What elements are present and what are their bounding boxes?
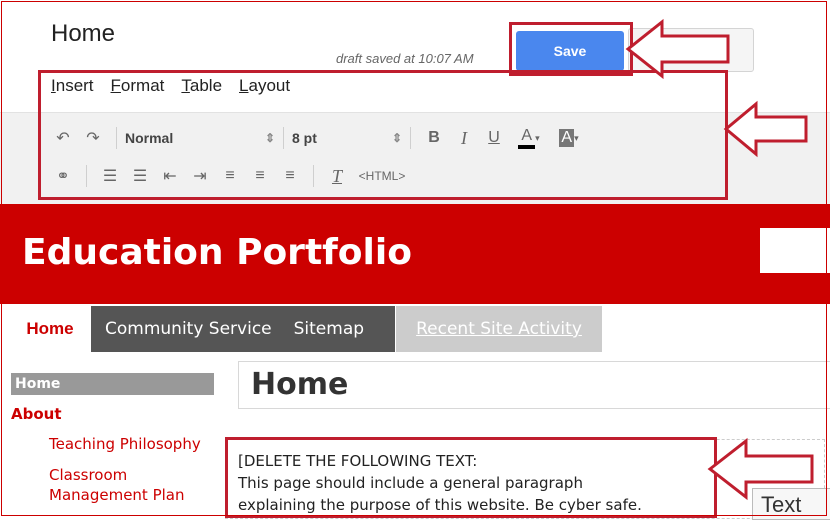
content-page-title: Home xyxy=(238,361,830,409)
align-right-icon[interactable]: ≡ xyxy=(275,163,305,189)
content-text[interactable]: [DELETE THE FOLLOWING TEXT: This page sh… xyxy=(238,450,714,516)
draft-status: draft saved at 10:07 AM xyxy=(336,51,474,66)
toolbar-row-1: ↶ ↷ Normal ⇕ 8 pt ⇕ B I U A ▾ A ▾ xyxy=(48,124,589,152)
menu-table[interactable]: Table xyxy=(181,72,222,102)
numbered-list-icon[interactable]: ☰ xyxy=(95,163,125,189)
nav-community-service[interactable]: Community Service xyxy=(105,319,272,339)
menu-format-rest: ormat xyxy=(120,76,165,95)
toolbar-separator xyxy=(410,127,411,149)
toolbar-separator xyxy=(86,165,87,187)
font-color-chevron-icon: ▾ xyxy=(535,132,540,143)
html-button[interactable]: <HTML> xyxy=(352,163,412,189)
nav-sitemap[interactable]: Sitemap xyxy=(294,319,364,339)
editor-page-title: Home xyxy=(51,20,116,47)
indent-more-icon[interactable]: ⇥ xyxy=(185,163,215,189)
size-chevron-icon: ⇕ xyxy=(391,131,402,145)
nav-home[interactable]: Home xyxy=(11,306,89,352)
content-line: This page should include a general parag… xyxy=(238,474,583,492)
indent-less-icon[interactable]: ⇤ xyxy=(155,163,185,189)
menubar: Insert Format Table Layout xyxy=(38,72,290,102)
style-chevron-icon: ⇕ xyxy=(264,131,275,145)
font-color-letter: A xyxy=(518,127,536,149)
underline-button[interactable]: U xyxy=(479,125,509,151)
bold-button[interactable]: B xyxy=(419,125,449,151)
size-value: 8 pt xyxy=(292,130,317,146)
sidebar-item-classroom-management[interactable]: Classroom Management Plan xyxy=(49,465,209,505)
align-left-icon[interactable]: ≡ xyxy=(215,163,245,189)
search-box[interactable] xyxy=(760,228,830,273)
clear-formatting-icon[interactable]: T xyxy=(322,163,352,189)
style-value: Normal xyxy=(125,130,174,146)
menu-insert-rest: nsert xyxy=(55,76,94,95)
menu-layout-rest: ayout xyxy=(248,76,291,95)
site-title: Education Portfolio xyxy=(22,232,412,273)
text-widget[interactable]: Text xyxy=(752,488,830,520)
sidebar-item-teaching-philosophy[interactable]: Teaching Philosophy xyxy=(49,434,201,454)
content-line: [DELETE THE FOLLOWING TEXT: xyxy=(238,452,478,470)
nav-recent-site-activity[interactable]: Recent Site Activity xyxy=(396,306,602,352)
sidebar-item-about[interactable]: About xyxy=(11,405,62,423)
italic-button[interactable]: I xyxy=(449,125,479,151)
style-select[interactable]: Normal ⇕ xyxy=(125,130,275,146)
highlight-letter: A xyxy=(559,129,575,147)
menu-layout[interactable]: Layout xyxy=(239,72,290,102)
save-button[interactable]: Save xyxy=(516,31,624,71)
highlight-chevron-icon: ▾ xyxy=(574,132,579,143)
content-line: explaining the purpose of this website. … xyxy=(238,496,642,514)
menu-insert[interactable]: Insert xyxy=(51,72,94,102)
toolbar-separator xyxy=(283,127,284,149)
link-icon[interactable]: ⚭ xyxy=(48,163,78,189)
toolbar-row-2: ⚭ ☰ ☰ ⇤ ⇥ ≡ ≡ ≡ T <HTML> xyxy=(48,162,412,190)
align-center-icon[interactable]: ≡ xyxy=(245,163,275,189)
redo-icon[interactable]: ↷ xyxy=(78,125,108,151)
size-select[interactable]: 8 pt ⇕ xyxy=(292,130,402,146)
menu-table-rest: able xyxy=(189,76,223,95)
menu-format[interactable]: Format xyxy=(111,72,165,102)
cancel-button[interactable]: Cancel xyxy=(628,28,754,72)
bulleted-list-icon[interactable]: ☰ xyxy=(125,163,155,189)
highlight-button[interactable]: A ▾ xyxy=(549,125,589,151)
undo-icon[interactable]: ↶ xyxy=(48,125,78,151)
toolbar-separator xyxy=(313,165,314,187)
nav-group: Community Service Sitemap xyxy=(91,306,395,352)
toolbar-separator xyxy=(116,127,117,149)
font-color-button[interactable]: A ▾ xyxy=(509,125,549,151)
sidebar-item-home[interactable]: Home xyxy=(11,373,214,395)
